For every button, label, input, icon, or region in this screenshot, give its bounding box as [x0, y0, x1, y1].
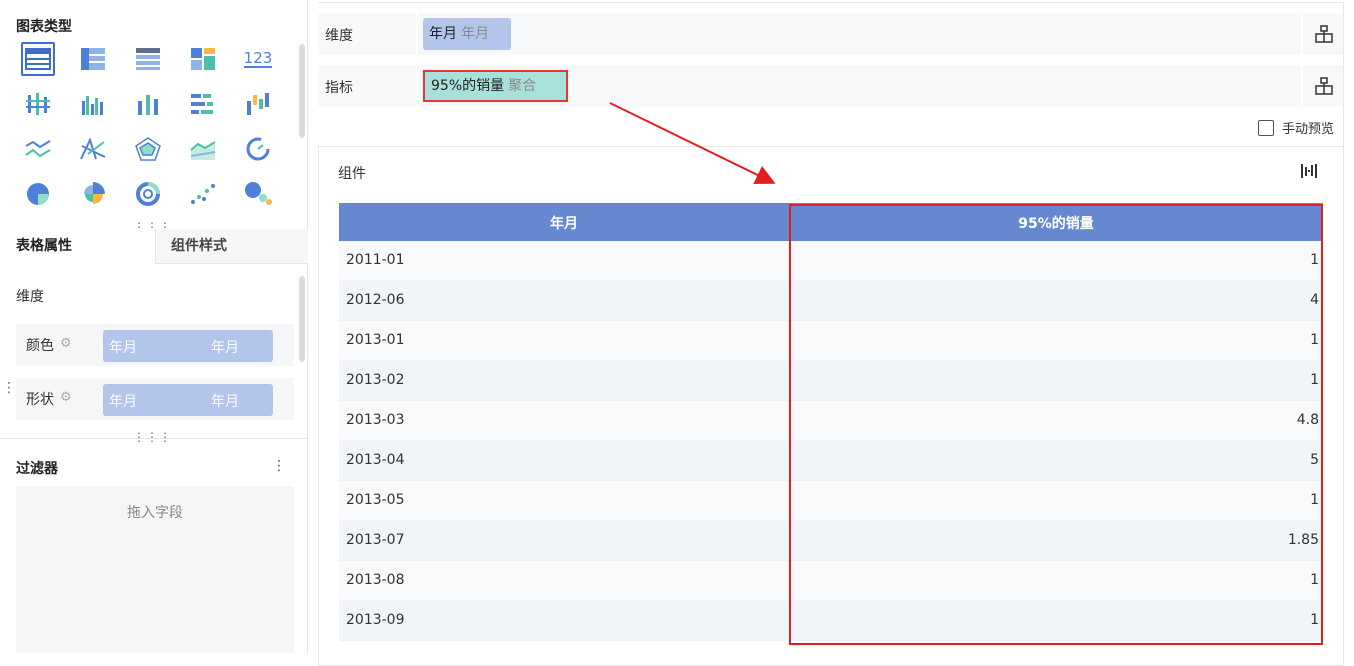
- drop-hint: 拖入字段: [127, 505, 183, 521]
- measure-bar-label: 指标: [325, 80, 353, 96]
- highlight-box: [789, 204, 1323, 645]
- measure-bar: 指标 95%的销量 聚合: [318, 65, 1344, 107]
- shape-attr-row: 形状 ⚙ 年月 年月: [16, 378, 294, 420]
- cell-month: 2011-01: [346, 252, 405, 268]
- color-field-name: 年月: [109, 340, 137, 356]
- hierarchy-icon: [1314, 77, 1333, 95]
- radar-line-icon[interactable]: [76, 132, 110, 166]
- waterfall-icon[interactable]: [241, 87, 275, 121]
- dimension-field-sub: 年月: [461, 26, 489, 42]
- area-icon[interactable]: [186, 132, 220, 166]
- cell-month: 2013-05: [346, 492, 405, 508]
- more-icon[interactable]: ⋮: [272, 458, 286, 474]
- detail-table-icon[interactable]: [131, 42, 165, 76]
- color-field-sub: 年月: [211, 340, 239, 356]
- chart-grid-scrollbar[interactable]: [299, 44, 305, 138]
- measure-drop-zone[interactable]: 95%的销量 聚合: [416, 65, 1301, 107]
- dimension-tool-button[interactable]: [1301, 13, 1344, 55]
- scatter-icon[interactable]: [186, 177, 220, 211]
- dimension-label: 维度: [16, 289, 44, 305]
- cell-month: 2013-03: [346, 412, 405, 428]
- cell-month: 2013-08: [346, 572, 405, 588]
- side-handle-icon[interactable]: ⋮: [2, 381, 16, 395]
- dimension-bar-label: 维度: [325, 28, 353, 44]
- filter-drop-zone[interactable]: 拖入字段: [16, 486, 294, 653]
- measure-field-sub: 聚合: [508, 78, 537, 94]
- resize-handle-icon[interactable]: ⋮⋮⋮: [133, 431, 172, 443]
- number-card-icon[interactable]: 123: [241, 42, 275, 76]
- chart-type-title: 图表类型: [16, 19, 72, 35]
- grouped-column-icon[interactable]: [76, 87, 110, 121]
- shape-attr-label: 形状: [26, 392, 54, 408]
- hierarchy-icon: [1314, 25, 1333, 43]
- ring-icon[interactable]: [131, 177, 165, 211]
- radar-icon[interactable]: [131, 132, 165, 166]
- page-scrollbar[interactable]: [1343, 3, 1344, 653]
- bar-range-icon[interactable]: [21, 87, 55, 121]
- dimension-drop-zone[interactable]: 年月 年月: [416, 13, 1301, 55]
- left-panel: 图表类型 123 ⋮⋮⋮ 表格属性 组件样式 维度 颜色 ⚙ 年月 年月 形状 …: [0, 0, 308, 653]
- horizontal-bar-icon[interactable]: [186, 87, 220, 121]
- shape-field-sub: 年月: [211, 394, 239, 410]
- cell-month: 2013-04: [346, 452, 405, 468]
- number-card-text: 123: [243, 49, 273, 68]
- stacked-column-icon[interactable]: [131, 87, 165, 121]
- color-field-pill[interactable]: 年月 年月: [103, 330, 273, 362]
- cell-month: 2013-01: [346, 332, 405, 348]
- manual-preview-checkbox[interactable]: [1258, 119, 1274, 136]
- dimension-bar: 维度 年月 年月: [318, 13, 1344, 55]
- top-divider: [318, 2, 1344, 3]
- bubble-icon[interactable]: [241, 177, 275, 211]
- filter-title: 过滤器: [16, 461, 58, 477]
- manual-preview-toggle[interactable]: 手动预览: [1258, 118, 1334, 137]
- table-icon[interactable]: [21, 42, 55, 76]
- gauge-icon[interactable]: [241, 132, 275, 166]
- shape-field-name: 年月: [109, 394, 137, 410]
- attr-scrollbar[interactable]: [299, 276, 305, 362]
- gear-icon[interactable]: ⚙: [60, 336, 72, 351]
- gear-icon[interactable]: ⚙: [60, 390, 72, 405]
- color-attr-label: 颜色: [26, 338, 54, 354]
- measure-field-pill[interactable]: 95%的销量 聚合: [423, 70, 569, 102]
- cell-month: 2013-07: [346, 532, 405, 548]
- color-attr-row: 颜色 ⚙ 年月 年月: [16, 324, 294, 366]
- rose-pie-icon[interactable]: [76, 177, 110, 211]
- tab-table-properties[interactable]: 表格属性: [0, 229, 156, 264]
- chart-switch-icon[interactable]: [1300, 162, 1318, 180]
- cell-month: 2013-02: [346, 372, 405, 388]
- pie-icon[interactable]: [21, 177, 55, 211]
- line-icon[interactable]: [21, 132, 55, 166]
- dimension-field-name: 年月: [429, 26, 457, 42]
- property-tabs: 表格属性 组件样式: [0, 229, 308, 264]
- measure-field-name: 95%的销量: [431, 78, 505, 94]
- header-year-month[interactable]: 年月: [339, 213, 789, 233]
- grid-kpi-icon[interactable]: [186, 42, 220, 76]
- cross-table-icon[interactable]: [76, 42, 110, 76]
- tab-component-style[interactable]: 组件样式: [156, 229, 308, 264]
- cell-month: 2013-09: [346, 612, 405, 628]
- cell-month: 2012-06: [346, 292, 405, 308]
- component-title: 组件: [338, 166, 366, 182]
- measure-tool-button[interactable]: [1301, 65, 1344, 107]
- shape-field-pill[interactable]: 年月 年月: [103, 384, 273, 416]
- manual-preview-label: 手动预览: [1282, 122, 1335, 137]
- dimension-field-pill[interactable]: 年月 年月: [423, 18, 511, 50]
